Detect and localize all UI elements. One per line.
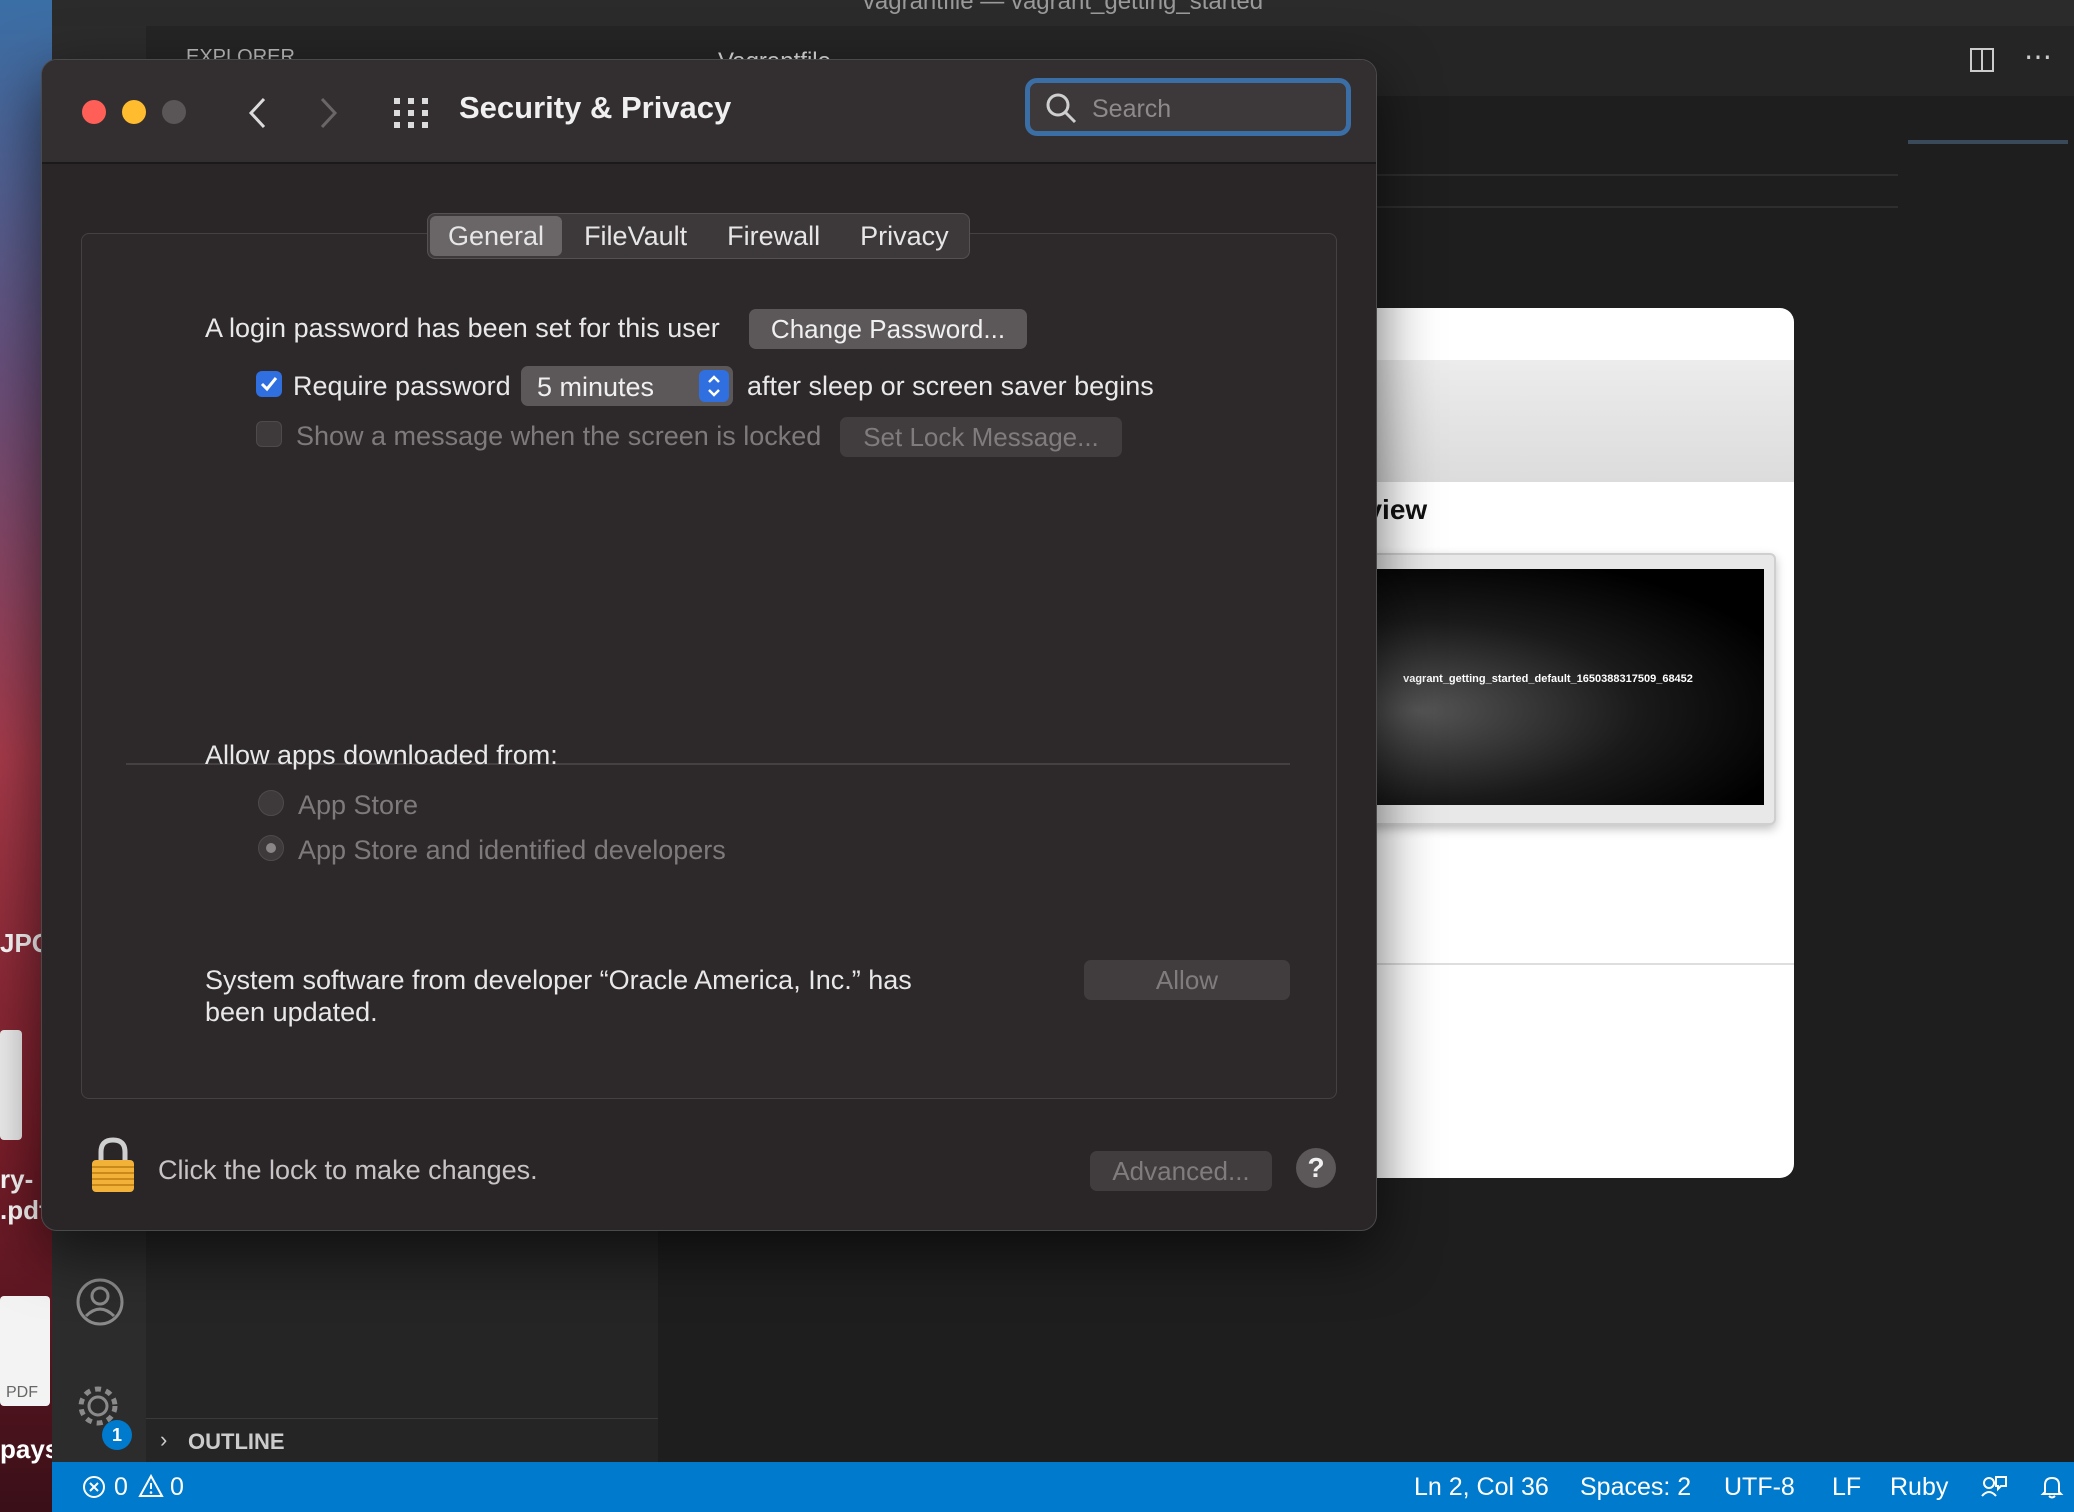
line-ending[interactable]: LF [1832, 1473, 1861, 1502]
feedback-icon[interactable] [1980, 1474, 2008, 1500]
indentation[interactable]: Spaces: 2 [1580, 1473, 1691, 1502]
chevron-right-icon: › [160, 1427, 168, 1452]
account-icon[interactable] [74, 1276, 126, 1328]
radio-selected-dot [266, 843, 276, 853]
require-password-delay-select[interactable]: 5 minutes [521, 366, 733, 406]
outline-label: OUTLINE [188, 1429, 285, 1454]
desktop-file-label: pays [0, 1434, 52, 1464]
radio-app-store-label: App Store [298, 790, 419, 820]
require-password-label: Require password [293, 371, 511, 401]
set-lock-message-button[interactable]: Set Lock Message... [840, 417, 1122, 457]
cursor-position[interactable]: Ln 2, Col 36 [1414, 1473, 1549, 1502]
desktop-file-label: ry- [0, 1164, 34, 1194]
language-mode[interactable]: Ruby [1890, 1473, 1948, 1502]
vm-name: vagrant_getting_started_default_16503883… [1403, 673, 1693, 685]
lock-icon[interactable] [88, 1136, 138, 1194]
window-title: Security & Privacy [459, 90, 732, 125]
tab-bar: General FileVault Firewall Privacy [427, 213, 970, 259]
status-bar: 0 0 Ln 2, Col 36 Spaces: 2 UTF-8 LF Ruby [52, 1462, 2074, 1512]
search-field[interactable] [1025, 78, 1351, 136]
bell-icon[interactable] [2040, 1474, 2064, 1500]
password-set-label: A login password has been set for this u… [205, 313, 720, 343]
warning-icon[interactable] [138, 1474, 164, 1498]
require-password-checkbox[interactable] [256, 371, 282, 397]
warning-count[interactable]: 0 [170, 1473, 184, 1502]
window-title: vagrantfile — vagrant_getting_started [52, 0, 2074, 26]
outline-section[interactable]: › OUTLINE [146, 1418, 658, 1463]
tab-general[interactable]: General [430, 216, 563, 256]
require-password-delay-value: 5 minutes [537, 372, 655, 402]
system-software-message-line2: been updated. [205, 997, 378, 1027]
advanced-button[interactable]: Advanced... [1090, 1151, 1272, 1191]
show-message-checkbox[interactable] [256, 421, 282, 447]
tab-filevault[interactable]: FileVault [566, 216, 705, 256]
minimap [1908, 140, 2068, 144]
checkmark-icon [260, 377, 278, 392]
allow-button[interactable]: Allow [1084, 960, 1290, 1000]
settings-update-badge: 1 [102, 1420, 132, 1450]
minimize-window-button[interactable] [122, 100, 146, 124]
change-password-button[interactable]: Change Password... [749, 309, 1027, 349]
system-software-message: System software from developer “Oracle A… [205, 965, 912, 995]
search-input[interactable] [1090, 93, 1334, 125]
encoding[interactable]: UTF-8 [1724, 1473, 1795, 1502]
lock-status-label: Click the lock to make changes. [158, 1155, 538, 1185]
allow-apps-label: Allow apps downloaded from: [205, 740, 558, 770]
stepper-arrows [699, 370, 729, 402]
radio-app-store[interactable] [258, 790, 284, 816]
tab-firewall[interactable]: Firewall [709, 216, 838, 256]
split-editor-icon[interactable] [1968, 46, 1996, 74]
window-toolbar: Security & Privacy [42, 60, 1376, 164]
radio-identified-developers[interactable] [258, 835, 284, 861]
error-icon[interactable] [82, 1475, 106, 1499]
chevron-updown-icon [708, 375, 720, 397]
desktop-file-icon[interactable] [0, 1030, 22, 1140]
zoom-window-button[interactable] [162, 100, 186, 124]
more-actions-icon[interactable]: ⋯ [2024, 40, 2052, 73]
after-sleep-label: after sleep or screen saver begins [747, 371, 1154, 401]
pdf-file-icon[interactable]: PDF [0, 1296, 50, 1406]
forward-icon[interactable] [318, 96, 340, 130]
radio-identified-developers-label: App Store and identified developers [298, 835, 726, 865]
close-window-button[interactable] [82, 100, 106, 124]
back-icon[interactable] [246, 96, 268, 130]
search-icon [1046, 93, 1077, 124]
pdf-file-type: PDF [6, 1384, 38, 1401]
help-button[interactable]: ? [1296, 1148, 1336, 1188]
error-count[interactable]: 0 [114, 1473, 128, 1502]
security-privacy-window: Security & Privacy General FileVault Fir… [41, 59, 1377, 1231]
vm-preview-screen: vagrant_getting_started_default_16503883… [1332, 569, 1764, 805]
show-message-label: Show a message when the screen is locked [296, 421, 822, 451]
tab-privacy[interactable]: Privacy [842, 216, 967, 256]
show-all-grid-icon[interactable] [392, 96, 430, 130]
vm-preview-frame[interactable]: vagrant_getting_started_default_16503883… [1320, 553, 1776, 825]
